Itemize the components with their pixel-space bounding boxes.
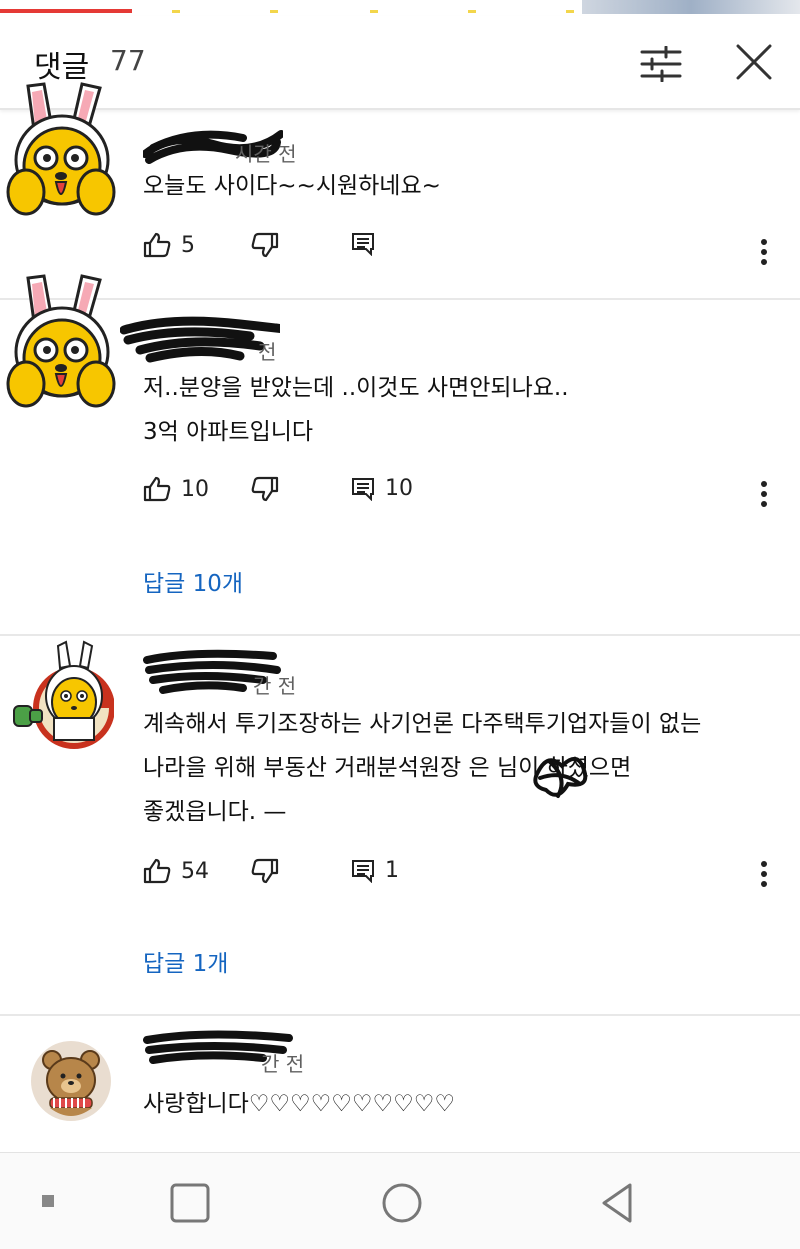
- like-button[interactable]: 5: [143, 232, 195, 258]
- thumb-up-icon: [143, 476, 171, 502]
- comment-text: 사랑합니다♡♡♡♡♡♡♡♡♡♡: [143, 1091, 455, 1117]
- reply-count: 10: [385, 476, 413, 501]
- video-progress-bar: [0, 9, 132, 13]
- reply-button[interactable]: 10: [351, 476, 413, 501]
- comment-text: 저..분양을 받았는데 ..이것도 사면안되나요.. 3억 아파트입니다: [143, 375, 569, 445]
- comment-meta: 시간 전: [143, 130, 297, 167]
- comments-header: 댓글 77: [0, 16, 800, 110]
- comments-count: 77: [110, 44, 146, 77]
- comment-timestamp: 간 전: [261, 1052, 305, 1076]
- system-navigation-bar: [0, 1152, 800, 1249]
- progress-marker: [172, 10, 180, 13]
- thumb-up-icon: [143, 232, 171, 258]
- avatar[interactable]: [8, 638, 114, 750]
- reply-count: 1: [385, 858, 399, 883]
- dislike-button[interactable]: [251, 476, 279, 502]
- comment-actions: 5: [143, 232, 783, 272]
- dislike-button[interactable]: [251, 858, 279, 884]
- redaction-scribble: [533, 757, 588, 798]
- square-small-icon[interactable]: [40, 1193, 56, 1209]
- close-icon[interactable]: [734, 42, 774, 82]
- sliders-icon[interactable]: [640, 46, 682, 82]
- progress-marker: [370, 10, 378, 13]
- comment-item: 시간 전 오늘도 사이다~~시원하네요~ 5: [0, 82, 800, 298]
- like-button[interactable]: 54: [143, 858, 209, 884]
- square-icon[interactable]: [168, 1181, 212, 1225]
- comment-meta: 전: [120, 316, 280, 365]
- comment-icon: [352, 233, 374, 256]
- comment-timestamp: 간 전: [253, 674, 297, 698]
- comment-meta: 간 전: [143, 1030, 305, 1077]
- thumb-up-icon: [143, 858, 171, 884]
- progress-marker: [270, 10, 278, 13]
- more-vertical-icon[interactable]: [756, 238, 772, 266]
- dislike-button[interactable]: [251, 232, 279, 258]
- thumb-down-icon: [251, 858, 279, 884]
- triangle-back-icon[interactable]: [596, 1181, 640, 1225]
- view-replies-link[interactable]: 답글 1개: [143, 944, 228, 978]
- comment-timestamp: 시간 전: [235, 142, 297, 166]
- video-strip: [0, 0, 800, 16]
- thumb-down-icon: [251, 476, 279, 502]
- comment-icon: [352, 477, 374, 501]
- more-vertical-icon[interactable]: [756, 860, 772, 888]
- comment-item: 간 전 사랑합니다♡♡♡♡♡♡♡♡♡♡: [0, 1016, 800, 1152]
- comment-item: 전 저..분양을 받았는데 ..이것도 사면안되나요.. 3억 아파트입니다 1…: [0, 274, 800, 634]
- avatar[interactable]: [4, 78, 116, 228]
- video-thumbnail: [582, 0, 800, 14]
- thumb-down-icon: [251, 232, 279, 258]
- comment-meta: 간 전: [143, 649, 297, 699]
- comment-timestamp: 전: [258, 340, 277, 364]
- avatar[interactable]: [4, 270, 116, 420]
- comment-icon: [352, 859, 374, 883]
- reply-button[interactable]: [351, 232, 375, 256]
- like-count: 5: [181, 232, 195, 258]
- comment-text: 오늘도 사이다~~시원하네요~: [143, 173, 441, 199]
- comment-text: 계속해서 투기조장하는 사기언론 다주택투기업자들이 없는 나라을 위해 부동산…: [143, 711, 702, 825]
- reply-button[interactable]: 1: [351, 858, 399, 883]
- more-vertical-icon[interactable]: [756, 480, 772, 508]
- progress-marker: [566, 10, 574, 13]
- like-count: 10: [181, 476, 209, 502]
- comment-actions: 10 10: [143, 476, 783, 516]
- comment-actions: 54 1: [143, 858, 783, 898]
- view-replies-link[interactable]: 답글 10개: [143, 564, 243, 598]
- comment-item: 간 전 계속해서 투기조장하는 사기언론 다주택투기업자들이 없는 나라을 위해…: [0, 636, 800, 1014]
- progress-marker: [468, 10, 476, 13]
- circle-icon[interactable]: [380, 1181, 424, 1225]
- avatar[interactable]: [30, 1040, 112, 1122]
- like-button[interactable]: 10: [143, 476, 209, 502]
- like-count: 54: [181, 858, 209, 884]
